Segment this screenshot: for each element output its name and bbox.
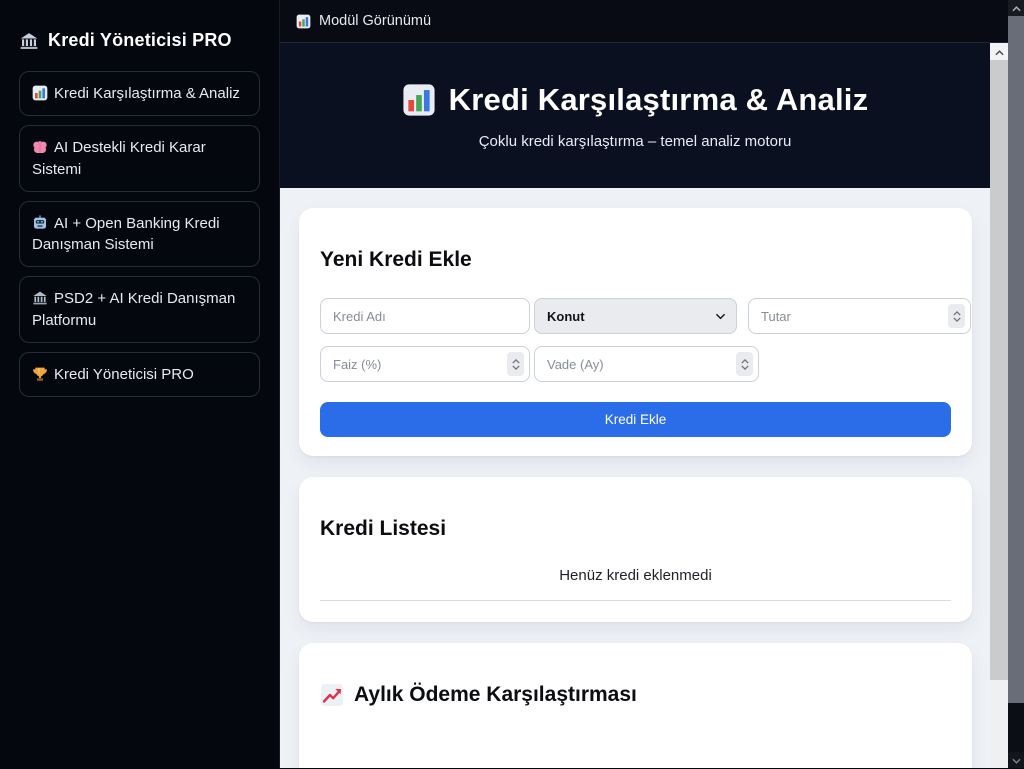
browser-scrollbar-down-button[interactable] [1008,752,1024,768]
sidebar-item-kredi-yoneticisi-pro[interactable]: Kredi Yöneticisi PRO [19,352,260,397]
term-input[interactable] [535,347,758,381]
main-area: Modül Görünümü Kredi Karşılaştırma & Ana… [280,0,1008,768]
amount-stepper[interactable] [948,304,965,328]
page-title-label: Kredi Karşılaştırma & Analiz [449,82,869,118]
term-field [534,346,759,382]
amount-field [748,298,971,334]
page-title: Kredi Karşılaştırma & Analiz [402,82,869,118]
module-scrollbar[interactable] [990,43,1008,768]
credit-list-divider [320,600,951,601]
sidebar-item-label: Kredi Karşılaştırma & Analiz [54,85,240,102]
credit-list-card: Kredi Listesi Henüz kredi eklenmedi [299,477,972,622]
page-subtitle: Çoklu kredi karşılaştırma – temel analiz… [479,133,792,150]
form-row-1: Konut [320,298,971,334]
new-credit-card: Yeni Kredi Ekle Konut [299,208,972,456]
browser-scrollbar[interactable] [1008,0,1024,768]
browser-scrollbar-thumb[interactable] [1008,16,1024,703]
chevron-up-icon [1012,0,1021,17]
app-window: Kredi Yöneticisi PRO Kredi Karşılaştırma… [0,0,1024,768]
new-credit-card-title: Yeni Kredi Ekle [320,248,951,272]
classical-building-icon [32,290,48,306]
credit-name-input[interactable] [320,298,530,334]
bar-chart-icon [32,85,48,101]
brain-icon [32,139,48,155]
module-header: Kredi Karşılaştırma & Analiz Çoklu kredi… [280,43,990,188]
trophy-icon [32,366,48,382]
chevron-up-icon [995,43,1004,61]
rate-stepper[interactable] [507,352,524,376]
credit-type-selected-value: Konut [547,309,585,324]
app-title-label: Kredi Yöneticisi PRO [48,30,232,51]
bank-icon [19,31,39,51]
amount-input[interactable] [749,299,970,333]
add-credit-button[interactable]: Kredi Ekle [320,402,951,437]
rate-input[interactable] [321,347,529,381]
chart-increasing-icon [320,683,344,707]
sidebar-item-kredi-karsilastirma[interactable]: Kredi Karşılaştırma & Analiz [19,71,260,116]
credit-type-select[interactable]: Konut [534,298,737,334]
module-scrollbar-thumb[interactable] [990,60,1008,680]
bar-chart-icon [296,14,311,29]
credit-list-empty-text: Henüz kredi eklenmedi [320,567,951,584]
sidebar-item-label: PSD2 + AI Kredi Danışman Platformu [32,290,235,328]
module-content: Kredi Karşılaştırma & Analiz Çoklu kredi… [280,43,990,768]
sidebar-item-psd2-platformu[interactable]: PSD2 + AI Kredi Danışman Platformu [19,276,260,343]
rate-field [320,346,530,382]
credit-list-title: Kredi Listesi [320,517,951,541]
form-row-2 [320,346,971,382]
browser-scrollbar-up-button[interactable] [1008,0,1024,16]
sidebar-item-label: Kredi Yöneticisi PRO [54,366,194,383]
chevron-down-icon [1012,751,1021,769]
module-scrollbar-up-button[interactable] [990,43,1008,60]
topbar: Modül Görünümü [280,0,1008,43]
sidebar-nav: Kredi Karşılaştırma & Analiz AI Destekli… [19,71,260,397]
app-title: Kredi Yöneticisi PRO [19,30,260,51]
sidebar: Kredi Yöneticisi PRO Kredi Karşılaştırma… [0,0,280,768]
monthly-payment-chart-title-label: Aylık Ödeme Karşılaştırması [354,683,637,707]
sidebar-item-label: AI + Open Banking Kredi Danışman Sistemi [32,215,220,253]
monthly-payment-chart-title: Aylık Ödeme Karşılaştırması [320,683,951,707]
term-stepper[interactable] [736,352,753,376]
monthly-payment-chart-card: Aylık Ödeme Karşılaştırması [299,643,972,768]
module-body: Yeni Kredi Ekle Konut [280,188,990,768]
sidebar-item-label: AI Destekli Kredi Karar Sistemi [32,139,206,177]
chevron-down-icon [715,311,726,322]
topbar-title: Modül Görünümü [319,13,431,29]
sidebar-item-open-banking-danisman[interactable]: AI + Open Banking Kredi Danışman Sistemi [19,201,260,268]
bar-chart-icon [402,83,436,117]
robot-icon [32,215,48,231]
module-view: Kredi Karşılaştırma & Analiz Çoklu kredi… [280,43,1008,768]
sidebar-item-ai-karar-sistemi[interactable]: AI Destekli Kredi Karar Sistemi [19,125,260,192]
